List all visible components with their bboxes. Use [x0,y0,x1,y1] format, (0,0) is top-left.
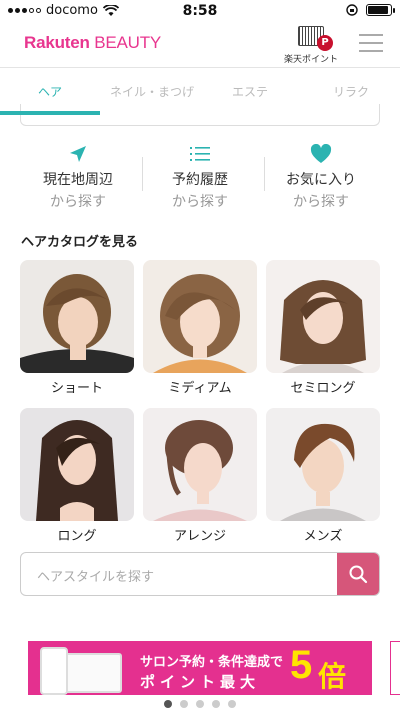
tablet-illustration [62,653,122,693]
carousel-dot[interactable] [228,700,236,708]
catalog-item-arrange[interactable] [143,408,257,521]
location-arrow-icon [70,146,86,162]
favorites-button[interactable]: お気に入り から探す [261,143,381,211]
search-icon [349,565,368,584]
status-bar: docomo 8:58 [0,0,400,22]
search-input[interactable]: ヘアスタイルを探す [37,566,154,585]
carousel-dot[interactable] [212,700,220,708]
catalog-label: ロング [57,529,97,544]
carousel-dot[interactable] [164,700,172,708]
rakuten-points-button[interactable]: P 楽天ポイント [282,26,340,65]
catalog-label: アレンジ [173,529,226,544]
search-nearby-button[interactable]: 現在地周辺 から探す [18,143,138,211]
tab-hair[interactable]: ヘア [38,83,62,100]
catalog-label: ショート [50,381,103,396]
phone-illustration [40,647,68,695]
rotation-lock-icon [346,4,358,16]
list-icon [190,147,210,161]
catalog-item-short[interactable] [20,260,134,373]
battery-icon [366,4,395,16]
banner-multiplier-suffix: 倍 [318,660,347,693]
point-card-icon: P [298,26,333,51]
search-button[interactable] [337,553,379,595]
collapsed-search-panel [20,104,380,126]
catalog-item-long[interactable] [20,408,134,521]
hairstyle-search-bar: ヘアスタイルを探す [20,552,380,596]
quick-actions: 現在地周辺 から探す 予約履歴 から探す お気に入り から探す [0,143,400,211]
next-banner-peek[interactable] [390,641,400,695]
carousel-dot[interactable] [196,700,204,708]
tab-relaxation[interactable]: リラク [333,83,369,100]
banner-line-1: サロン予約・条件達成で [140,655,284,670]
tab-esthetic[interactable]: エステ [232,83,268,100]
campaign-banner[interactable]: サロン予約・条件達成で ポイント最大 5 倍 [28,641,372,695]
catalog-item-mens[interactable] [266,408,380,521]
carousel-dots [0,700,400,708]
catalog-item-medium[interactable] [143,260,257,373]
active-tab-indicator [0,111,100,115]
rakuten-beauty-logo[interactable]: Rakuten BEAUTY [24,33,161,53]
clock: 8:58 [182,3,218,19]
carousel-dot[interactable] [180,700,188,708]
tab-nail-eyelash[interactable]: ネイル・まつげ [110,83,194,100]
banner-line-2: ポイント最大 [140,673,261,691]
heart-icon [310,144,332,163]
hamburger-menu-icon[interactable] [359,34,383,58]
catalog-label: ミディアム [168,381,232,396]
reservation-history-button[interactable]: 予約履歴 から探す [140,143,260,211]
catalog-label: セミロング [290,381,356,396]
catalog-label: メンズ [303,529,343,544]
points-label: 楽天ポイント [283,55,338,65]
catalog-item-semi-long[interactable] [266,260,380,373]
app-header: Rakuten BEAUTY P 楽天ポイント [0,22,400,68]
banner-multiplier: 5 [290,643,313,687]
catalog-title: ヘアカタログを見る [21,235,139,250]
points-badge: P [317,35,333,51]
